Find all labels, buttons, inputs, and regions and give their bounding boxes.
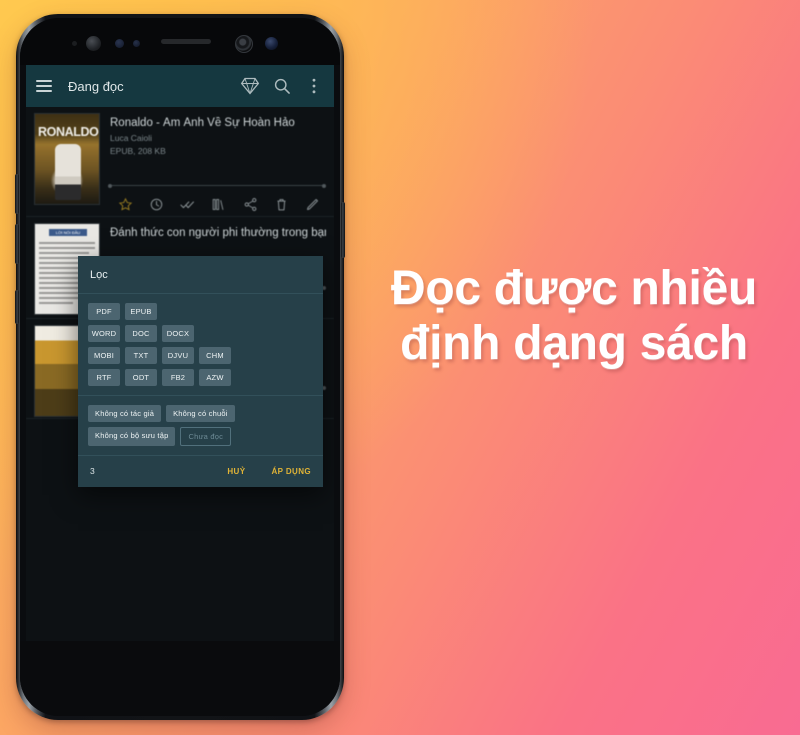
led-indicator-icon: [133, 40, 140, 47]
phone-top-bezel: [20, 18, 340, 65]
book-action-bar: [110, 197, 328, 212]
share-icon[interactable]: [243, 197, 258, 212]
format-chip-docx[interactable]: DOCX: [162, 325, 194, 342]
format-chip-epub[interactable]: EPUB: [125, 303, 157, 320]
history-clock-icon[interactable]: [149, 197, 164, 212]
format-chip-row: MOBI TXT DJVU CHM: [88, 347, 313, 364]
proximity-sensor-icon: [72, 41, 77, 46]
book-title: Ronaldo - Ám Ảnh Về Sự Hoàn Hảo: [110, 117, 295, 129]
format-chip-djvu[interactable]: DJVU: [162, 347, 194, 364]
format-chip-row: RTF ODT FB2 AZW: [88, 369, 313, 386]
attribute-chip-no-author[interactable]: Không có tác giả: [88, 405, 162, 422]
delete-trash-icon[interactable]: [274, 197, 289, 212]
assistant-button[interactable]: [15, 290, 19, 324]
app-screen: Đang đọc RONALDO Ronaldo - Ám Ảnh Về Sự …: [26, 65, 334, 645]
format-chip-doc[interactable]: DOC: [125, 325, 157, 342]
format-chip-mobi[interactable]: MOBI: [88, 347, 120, 364]
premium-diamond-icon[interactable]: [240, 76, 260, 96]
cancel-button[interactable]: HUỶ: [227, 467, 245, 476]
overflow-menu-icon[interactable]: [304, 76, 324, 96]
phone-screen-frame: Đang đọc RONALDO Ronaldo - Ám Ảnh Về Sự …: [20, 18, 340, 716]
filter-dialog-header: Lọc: [78, 256, 323, 294]
attribute-chip-row: Không có bộ sưu tập Chưa đọc: [88, 427, 313, 446]
filter-dialog-footer: 3 HUỶ ÁP DỤNG: [78, 456, 323, 487]
apply-button[interactable]: ÁP DỤNG: [271, 467, 311, 476]
volume-up-button[interactable]: [15, 174, 19, 214]
app-bar: Đang đọc: [26, 65, 334, 107]
format-chip-odt[interactable]: ODT: [125, 369, 157, 386]
format-chip-fb2[interactable]: FB2: [162, 369, 194, 386]
attribute-chip-no-collection[interactable]: Không có bộ sưu tập: [88, 427, 176, 446]
iris-scanner-icon: [86, 36, 101, 51]
hamburger-menu-icon[interactable]: [36, 80, 52, 92]
app-bar-title: Đang đọc: [68, 78, 124, 94]
format-chip-row: PDF EPUB: [88, 303, 313, 320]
filter-dialog-title: Lọc: [90, 269, 108, 281]
light-sensor-icon: [115, 39, 124, 48]
book-title: Đánh thức con người phi thường trong bạn: [110, 227, 326, 239]
phone-device-mockup: Đang đọc RONALDO Ronaldo - Ám Ảnh Về Sự …: [15, 14, 345, 720]
format-chip-txt[interactable]: TXT: [125, 347, 157, 364]
attribute-chip-no-series[interactable]: Không có chuỗi: [166, 405, 235, 422]
favorite-star-icon[interactable]: [118, 197, 133, 212]
power-button[interactable]: [341, 202, 345, 258]
earpiece-speaker-icon: [161, 39, 211, 44]
book-author: Luca Caioli: [110, 133, 153, 143]
iris-camera-icon: [235, 35, 253, 53]
search-icon[interactable]: [272, 76, 292, 96]
promo-headline: Đọc được nhiều định dạng sách: [390, 262, 758, 370]
format-chip-word[interactable]: WORD: [88, 325, 120, 342]
cover-illustration: [55, 144, 81, 200]
attribute-chip-unread[interactable]: Chưa đọc: [180, 427, 232, 446]
volume-down-button[interactable]: [15, 224, 19, 264]
filter-result-count: 3: [90, 466, 95, 476]
format-chip-row: WORD DOC DOCX: [88, 325, 313, 342]
format-chip-rtf[interactable]: RTF: [88, 369, 120, 386]
edit-pencil-icon[interactable]: [305, 197, 320, 212]
front-camera-icon: [265, 37, 278, 50]
list-item[interactable]: RONALDO Ronaldo - Ám Ảnh Về Sự Hoàn Hảo …: [26, 107, 334, 217]
format-chip-chm[interactable]: CHM: [199, 347, 231, 364]
book-cover-text: RONALDO: [38, 125, 99, 139]
book-format: EPUB, 208 KB: [110, 146, 166, 156]
mark-read-double-check-icon[interactable]: [180, 197, 195, 212]
format-chip-pdf[interactable]: PDF: [88, 303, 120, 320]
phone-bottom-bezel: [20, 641, 340, 716]
book-cover-text: LỜI NÓI ĐẦU: [49, 229, 87, 236]
book-cover[interactable]: RONALDO: [34, 113, 100, 205]
format-filter-section: PDF EPUB WORD DOC DOCX MOBI TXT DJVU CHM: [78, 294, 323, 396]
attribute-chip-row: Không có tác giả Không có chuỗi: [88, 405, 313, 422]
reading-progress-bar[interactable]: [108, 183, 326, 188]
format-chip-azw[interactable]: AZW: [199, 369, 231, 386]
filter-dialog: Lọc PDF EPUB WORD DOC DOCX MOBI TXT DJVU…: [78, 256, 323, 487]
attribute-filter-section: Không có tác giả Không có chuỗi Không có…: [78, 396, 323, 456]
collections-icon[interactable]: [211, 197, 226, 212]
